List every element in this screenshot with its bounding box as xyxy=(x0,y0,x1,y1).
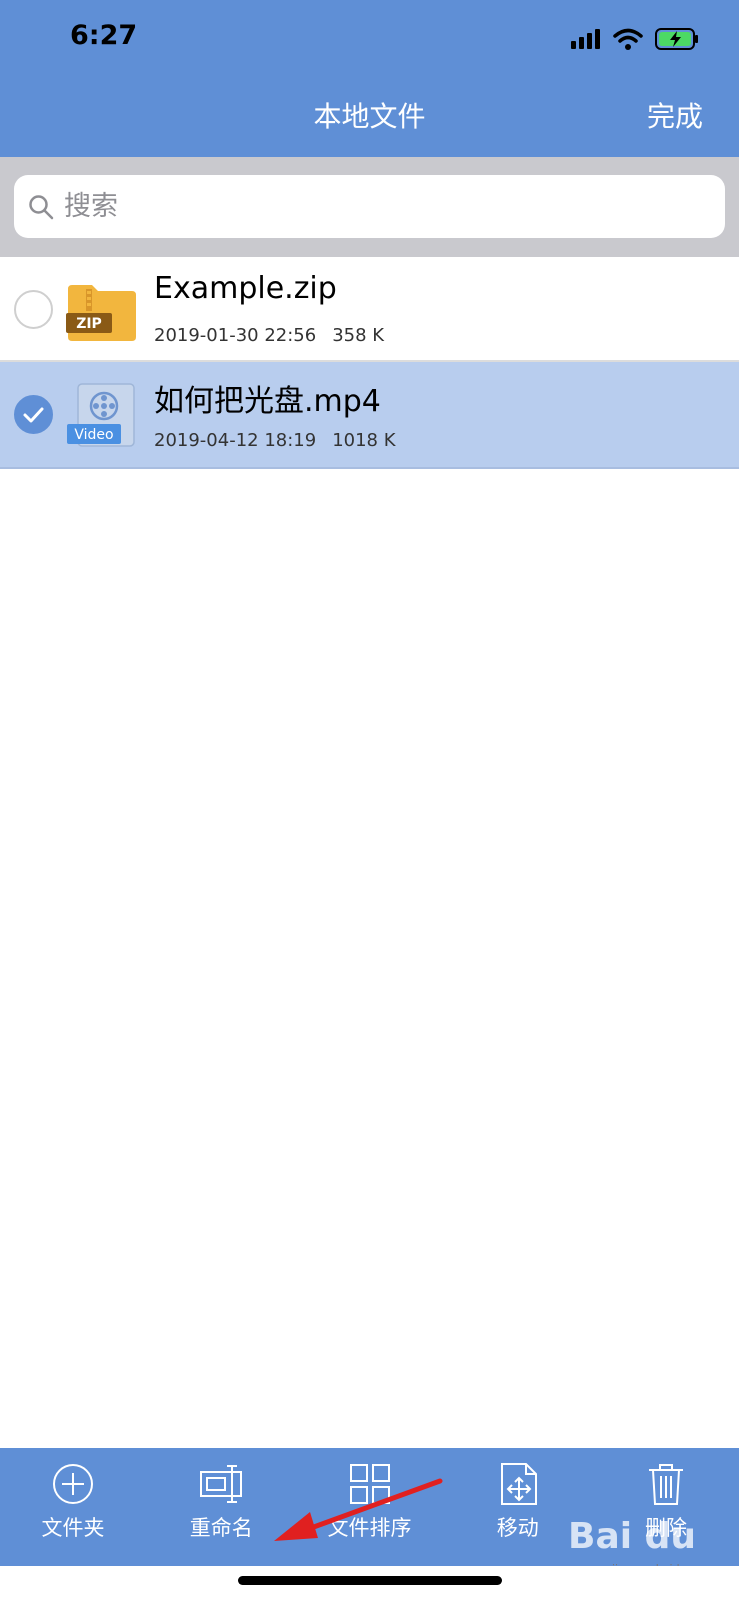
file-name: 如何把光盘.mp4 xyxy=(154,384,381,419)
trash-icon xyxy=(649,1464,683,1505)
search-input[interactable] xyxy=(64,191,684,222)
file-list: ZIP Example.zip 2019-01-30 22:56 358 K Vi… xyxy=(0,257,739,469)
file-date: 2019-04-12 18:19 xyxy=(154,430,317,451)
file-meta: 2019-01-30 22:56 358 K xyxy=(154,325,384,346)
file-meta: 2019-04-12 18:19 1018 K xyxy=(154,430,396,451)
page-title: 本地文件 xyxy=(313,100,426,133)
tool-label: 文件夹 xyxy=(41,1516,105,1540)
zip-folder-icon: ZIP xyxy=(66,285,136,341)
video-badge: Video xyxy=(74,427,113,443)
cellular-signal-icon xyxy=(571,29,600,49)
annotation-arrow-icon xyxy=(274,1478,443,1541)
file-name: Example.zip xyxy=(154,271,337,306)
file-size: 1018 K xyxy=(332,430,396,451)
plus-circle-icon xyxy=(53,1464,93,1504)
file-row[interactable]: Video 如何把光盘.mp4 2019-04-12 18:19 1018 K xyxy=(0,362,739,469)
video-file-icon: Video xyxy=(67,383,135,447)
header: 6:27 本地文件 完成 xyxy=(0,0,739,157)
home-area xyxy=(0,1566,739,1600)
file-row[interactable]: ZIP Example.zip 2019-01-30 22:56 358 K xyxy=(0,257,739,362)
tool-label: 重命名 xyxy=(189,1516,253,1540)
file-date: 2019-01-30 22:56 xyxy=(154,325,317,346)
file-size: 358 K xyxy=(332,325,385,346)
done-button[interactable]: 完成 xyxy=(647,95,703,135)
status-time: 6:27 xyxy=(70,20,138,51)
tool-label: 移动 xyxy=(496,1516,539,1540)
battery-icon xyxy=(655,28,698,50)
wifi-icon xyxy=(613,28,643,50)
search-icon xyxy=(29,194,54,219)
move-icon xyxy=(500,1463,537,1505)
home-indicator[interactable] xyxy=(238,1576,502,1585)
select-checkbox-checked[interactable] xyxy=(14,395,53,434)
checkmark-icon xyxy=(23,407,44,423)
new-folder-button[interactable]: 文件夹 xyxy=(14,1448,132,1566)
rename-icon xyxy=(200,1465,243,1503)
search-box[interactable] xyxy=(14,175,725,238)
zip-badge: ZIP xyxy=(76,316,102,332)
status-icons xyxy=(571,26,699,52)
search-bar-area xyxy=(0,157,739,257)
select-checkbox[interactable] xyxy=(14,290,53,329)
rename-button[interactable]: 重命名 xyxy=(162,1448,280,1566)
move-button[interactable]: 移动 xyxy=(459,1448,577,1566)
